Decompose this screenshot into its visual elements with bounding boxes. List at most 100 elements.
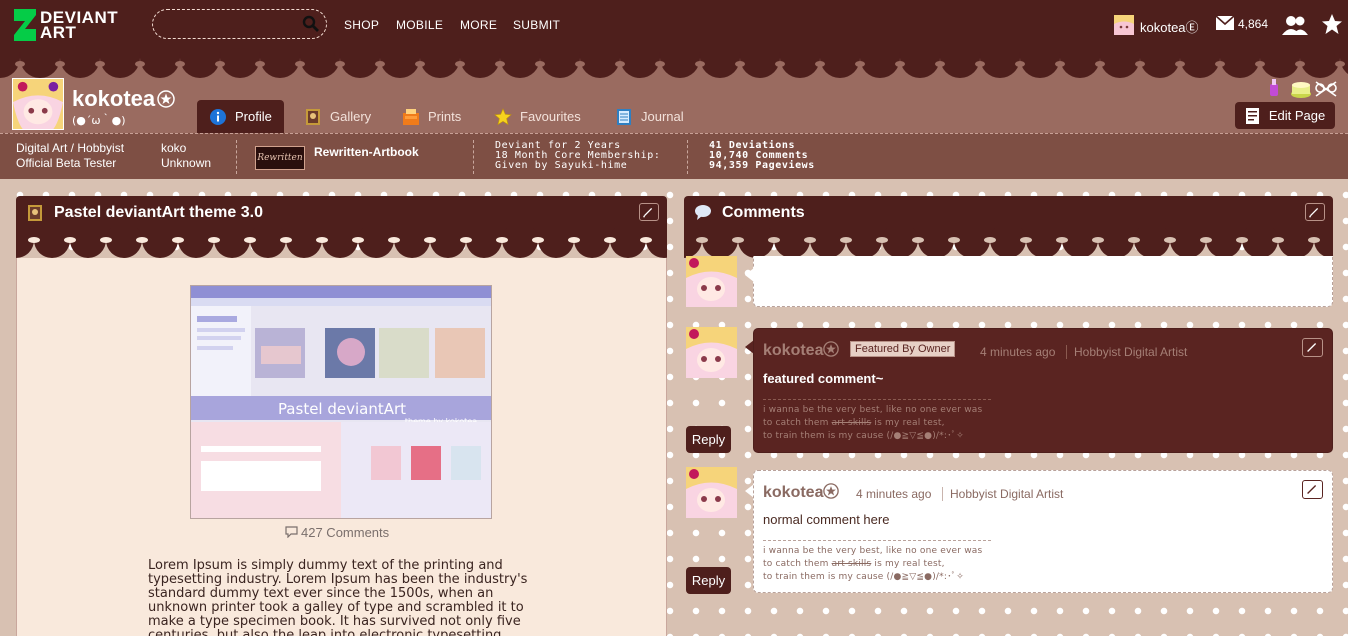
tab-profile[interactable]: Profile [197, 100, 284, 133]
comment-signature: i wanna be the very best, like no one ev… [763, 399, 991, 443]
comment-text: normal comment here [763, 512, 890, 527]
edit-page-icon [1245, 107, 1259, 124]
tab-journal-label: Journal [641, 109, 684, 124]
comment-author-name[interactable]: kokotea [763, 484, 823, 501]
category-line-2: Official Beta Tester [16, 156, 117, 170]
comment-author-name[interactable]: kokotea [763, 342, 823, 359]
tab-favourites[interactable]: Favourites [482, 100, 593, 133]
decorative-icons [1270, 79, 1337, 98]
comment-signature: i wanna be the very best, like no one ev… [763, 540, 991, 584]
tab-prints[interactable]: Prints [390, 100, 473, 133]
message-count[interactable]: 4,864 [1238, 17, 1268, 31]
tab-prints-label: Prints [428, 109, 462, 124]
comment-time[interactable]: 4 minutes ago [856, 487, 931, 501]
comment-author[interactable]: kokotea [763, 483, 840, 502]
star-icon [494, 107, 512, 125]
signature-line-2: to catch them art skills is my real test… [763, 417, 991, 430]
info-divider [473, 140, 474, 174]
deviantart-logo[interactable]: DEVIANT ART [14, 9, 134, 43]
mail-icon[interactable] [1216, 16, 1234, 30]
deviant-line-3[interactable]: Given by Sayuki-hime [495, 161, 661, 171]
edit-pencil-icon[interactable] [639, 203, 659, 221]
deviation-comments-count[interactable]: 427 Comments [285, 525, 389, 540]
lace-border-top [0, 52, 1348, 78]
profile-avatar[interactable] [12, 78, 64, 130]
comment-box-partial [753, 256, 1333, 307]
core-member-icon [157, 90, 175, 108]
signature-part: to catch them [763, 418, 832, 428]
nav-shop[interactable]: SHOP [344, 18, 379, 32]
tab-gallery-label: Gallery [330, 109, 372, 124]
comment-pointer [745, 268, 754, 282]
signature-line-1: i wanna be the very best, like no one ev… [763, 405, 983, 415]
info-icon [210, 108, 226, 125]
stat-pageviews: 94,359 Pageviews [709, 160, 815, 171]
edit-pencil-icon[interactable] [1302, 480, 1323, 499]
signature-strike: art skills [831, 418, 872, 428]
cake-icon [1291, 82, 1311, 98]
search-input[interactable] [165, 15, 300, 33]
normal-comment: kokotea 4 minutes ago Hobbyist Digital A… [753, 470, 1333, 593]
favourites-star-icon[interactable] [1321, 13, 1343, 35]
core-member-icon [823, 341, 840, 357]
tab-favourites-label: Favourites [520, 109, 581, 124]
signature-line-3: to train them is my cause (/●≧▽≦●)/*:･ﾟ✧ [763, 572, 965, 582]
comment-role: Hobbyist Digital Artist [1066, 345, 1187, 359]
reply-button[interactable]: Reply [686, 426, 731, 453]
featured-comment: kokotea Featured By Owner 4 minutes ago … [753, 328, 1333, 453]
edit-page-button[interactable]: Edit Page [1235, 102, 1335, 129]
potion-icon [1270, 79, 1278, 96]
edit-pencil-icon[interactable] [1302, 338, 1323, 357]
signature-part: to catch them [763, 559, 832, 569]
core-member-mark: Ⓔ [1185, 20, 1199, 35]
signature-strike: art skills [831, 559, 872, 569]
profile-username: kokotea [72, 86, 156, 111]
prints-icon [403, 108, 419, 125]
signature-part: is my real test, [871, 418, 945, 428]
comment-avatar[interactable] [686, 256, 737, 307]
category-line-1: Digital Art / Hobbyist [16, 141, 125, 155]
username-text: kokotea [1140, 20, 1186, 35]
theme-preview-image: Pastel deviantArt theme by kokotea [191, 286, 491, 518]
alias-line-2: Unknown [161, 156, 212, 170]
core-member-icon [823, 483, 840, 499]
tab-profile-label: Profile [235, 109, 272, 124]
comment-bubble-icon [285, 526, 298, 539]
comment-time[interactable]: 4 minutes ago [980, 345, 1055, 359]
nav-more[interactable]: MORE [460, 18, 497, 32]
profile-stats: 41 Deviations 10,740 Comments 94,359 Pag… [709, 141, 815, 171]
username-label: kokoteaⒺ [1140, 17, 1199, 36]
search-icon[interactable] [302, 15, 320, 33]
info-divider [236, 140, 237, 174]
comment-avatar[interactable] [686, 467, 737, 518]
comments-panel-header: Comments [684, 196, 1333, 228]
friends-icon[interactable] [1282, 15, 1308, 35]
comment-text: featured comment~ [763, 371, 884, 386]
tab-journal[interactable]: Journal [603, 100, 696, 133]
lace-border-left [16, 228, 667, 258]
deviation-thumbnail[interactable]: Pastel deviantArt theme by kokotea [190, 285, 492, 519]
profile-tagline: (●´ω｀●) [72, 114, 126, 127]
reply-button[interactable]: Reply [686, 567, 731, 594]
group-badge[interactable]: Rewritten [255, 146, 305, 170]
nav-mobile[interactable]: MOBILE [396, 18, 443, 32]
group-name[interactable]: Rewritten-Artbook [314, 145, 419, 160]
tab-gallery[interactable]: Gallery [292, 100, 383, 133]
gallery-icon [28, 205, 42, 221]
thumb-caption: Pastel deviantArt [278, 400, 406, 418]
comment-avatar[interactable] [686, 327, 737, 378]
deviation-panel-title: Pastel deviantArt theme 3.0 [54, 204, 263, 221]
signature-line-3: to train them is my cause (/●≧▽≦●)/*:･ﾟ✧ [763, 431, 965, 441]
comments-count-label: 427 Comments [301, 525, 390, 540]
edit-pencil-icon[interactable] [1305, 203, 1325, 221]
deviation-description: Lorem Ipsum is simply dummy text of the … [148, 558, 528, 636]
logo-text-art: ART [40, 23, 77, 42]
journal-icon [617, 108, 631, 125]
comment-role: Hobbyist Digital Artist [942, 487, 1063, 501]
comment-author[interactable]: kokotea [763, 341, 840, 360]
profile-category: Digital Art / Hobbyist Official Beta Tes… [16, 141, 124, 171]
deviation-panel-header: Pastel deviantArt theme 3.0 [16, 196, 667, 228]
nav-submit[interactable]: SUBMIT [513, 18, 560, 32]
gallery-icon [306, 108, 320, 125]
signature-part: is my real test, [871, 559, 945, 569]
